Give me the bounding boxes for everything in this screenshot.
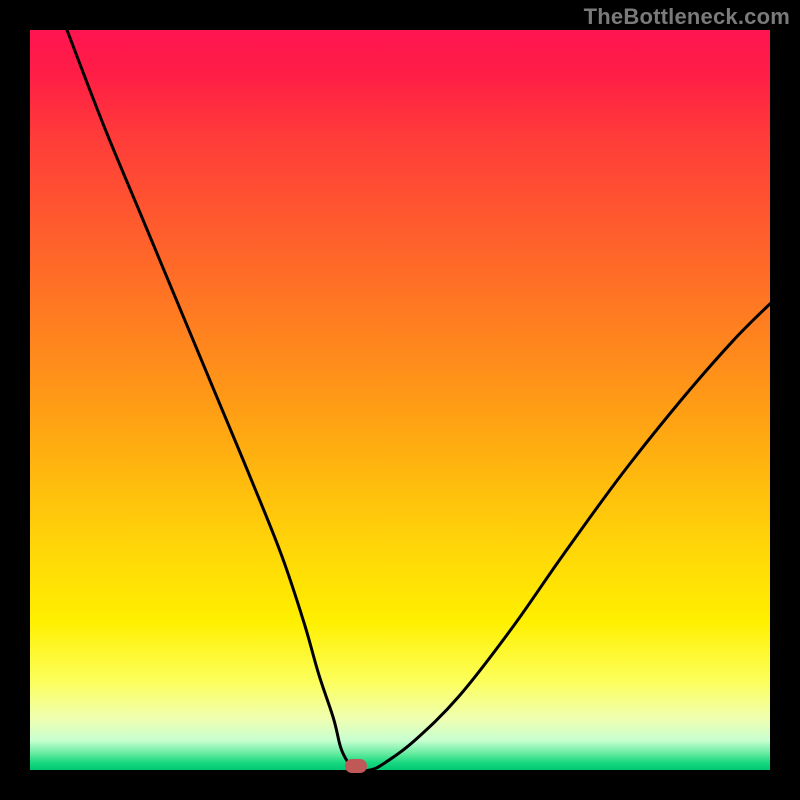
bottleneck-curve — [30, 30, 770, 770]
minimum-marker — [345, 759, 367, 773]
plot-area — [30, 30, 770, 770]
watermark-text: TheBottleneck.com — [584, 4, 790, 30]
chart-frame: TheBottleneck.com — [0, 0, 800, 800]
